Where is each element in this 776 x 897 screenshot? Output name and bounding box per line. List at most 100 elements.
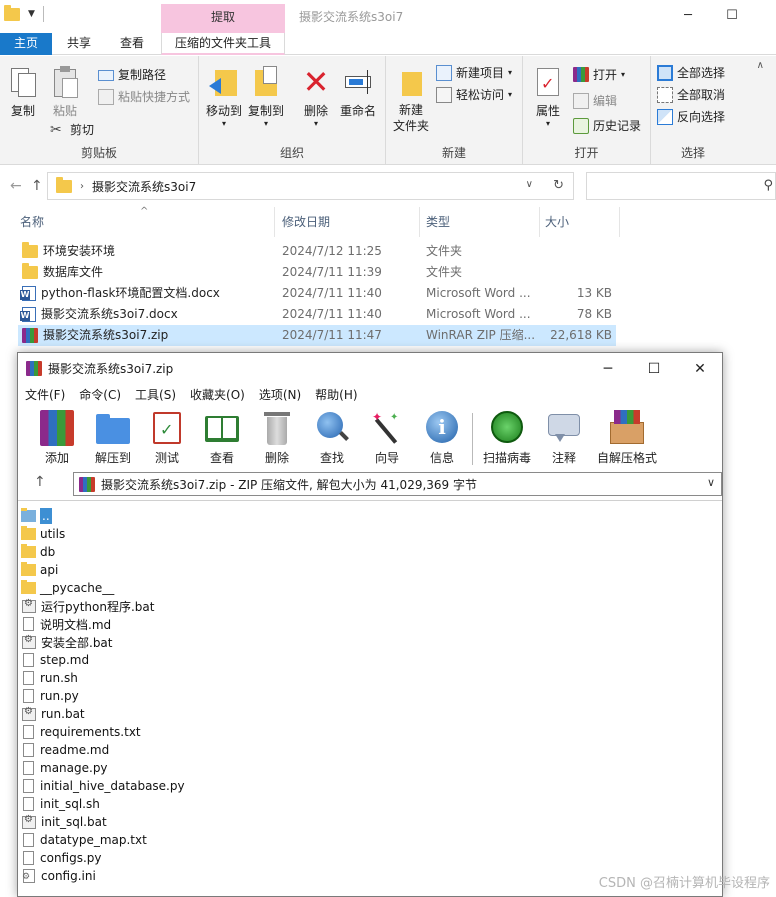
copy-button[interactable]: 复制 xyxy=(6,66,40,119)
list-item[interactable]: configs.py xyxy=(21,849,102,867)
list-item[interactable]: db xyxy=(21,543,55,561)
file-row-selected[interactable]: 摄影交流系统s3oi7.zip 2024/7/11 11:47 WinRAR Z… xyxy=(18,325,616,346)
list-item[interactable]: manage.py xyxy=(21,759,108,777)
batch-file-icon xyxy=(22,634,36,649)
entry-name: .. xyxy=(40,508,52,524)
list-item[interactable]: __pycache__ xyxy=(21,579,114,597)
rename-button[interactable]: 重命名 xyxy=(339,66,377,119)
column-header-type[interactable]: 类型 xyxy=(420,207,540,237)
history-button[interactable]: 历史记录 xyxy=(573,117,641,134)
wizard-button[interactable]: ✦ ✦ 向导 xyxy=(359,410,415,466)
list-item[interactable]: api xyxy=(21,561,58,579)
menu-tools[interactable]: 工具(S) xyxy=(135,384,184,406)
list-item[interactable]: init_sql.sh xyxy=(21,795,100,813)
file-row[interactable]: 数据库文件 2024/7/11 11:39 文件夹 xyxy=(18,262,616,283)
find-button[interactable]: 查找 xyxy=(304,410,360,466)
minimize-button[interactable]: ─ xyxy=(675,5,701,27)
list-item[interactable]: 安装全部.bat xyxy=(21,633,113,651)
collapse-ribbon-icon[interactable]: ∧ xyxy=(757,60,764,71)
list-item-parent[interactable]: .. xyxy=(21,507,52,525)
winrar-maximize-button[interactable]: ☐ xyxy=(639,358,669,380)
list-item[interactable]: run.bat xyxy=(21,705,85,723)
tab-share[interactable]: 共享 xyxy=(56,33,102,55)
comment-button[interactable]: 注释 xyxy=(536,410,592,466)
column-header-date[interactable]: 修改日期 xyxy=(275,207,420,237)
easy-access-button[interactable]: 轻松访问 ▾ xyxy=(436,86,512,103)
select-all-button[interactable]: 全部选择 xyxy=(657,64,725,81)
column-header-name[interactable]: 名称 ^ xyxy=(0,206,275,237)
winrar-close-button[interactable]: ✕ xyxy=(685,358,715,380)
list-item[interactable]: 说明文档.md xyxy=(21,615,111,633)
delete-button[interactable]: ✕ 删除 ▾ xyxy=(299,66,333,128)
list-item[interactable]: datatype_map.txt xyxy=(21,831,147,849)
archive-path-dropdown[interactable]: 摄影交流系统s3oi7.zip - ZIP 压缩文件, 解包大小为 41,029… xyxy=(73,472,722,496)
select-none-button[interactable]: 全部取消 xyxy=(657,86,725,103)
delete-archive-label: 删除 xyxy=(264,451,289,465)
move-to-label: 移动到 xyxy=(205,104,242,118)
winrar-minimize-button[interactable]: ─ xyxy=(593,358,623,380)
back-arrow-icon[interactable]: ← xyxy=(10,178,22,194)
virus-scan-icon xyxy=(490,410,524,446)
sfx-button[interactable]: 自解压格式 xyxy=(594,410,660,466)
search-icon: ⚲ xyxy=(763,178,773,193)
paste-button[interactable]: 粘贴 xyxy=(48,66,82,119)
archive-file-list: .. utils db api __pycache__ 运行python程序.b… xyxy=(18,500,722,896)
info-button[interactable]: i 信息 xyxy=(414,410,470,466)
up-arrow-icon[interactable]: ↑ xyxy=(31,178,43,194)
virus-scan-button[interactable]: 扫描病毒 xyxy=(479,410,535,466)
breadcrumb-chevron-icon[interactable]: › xyxy=(80,181,84,192)
menu-options[interactable]: 选项(N) xyxy=(259,384,309,406)
document-icon xyxy=(23,761,34,775)
list-item[interactable]: initial_hive_database.py xyxy=(21,777,185,795)
properties-button[interactable]: ✓ 属性 ▾ xyxy=(531,66,565,128)
breadcrumb-current[interactable]: 摄影交流系统s3oi7 xyxy=(92,178,196,195)
winrar-path-row: ↑ 摄影交流系统s3oi7.zip - ZIP 压缩文件, 解包大小为 41,0… xyxy=(18,470,722,498)
new-folder-button[interactable]: 新建 文件夹 xyxy=(391,66,431,134)
view-button[interactable]: 查看 xyxy=(194,410,250,466)
list-item[interactable]: step.md xyxy=(21,651,89,669)
quick-access-dropdown-icon[interactable]: ▼ xyxy=(28,9,35,19)
copy-path-button[interactable]: 复制路径 xyxy=(98,66,166,83)
file-row[interactable]: 环境安装环境 2024/7/12 11:25 文件夹 xyxy=(18,241,616,262)
list-item[interactable]: run.py xyxy=(21,687,79,705)
tab-compressed-folder-tools[interactable]: 压缩的文件夹工具 xyxy=(161,33,285,55)
invert-selection-label: 反向选择 xyxy=(677,110,726,124)
list-item[interactable]: run.sh xyxy=(21,669,78,687)
list-item[interactable]: utils xyxy=(21,525,65,543)
paste-shortcut-button[interactable]: 粘贴快捷方式 xyxy=(98,88,190,105)
menu-file[interactable]: 文件(F) xyxy=(25,384,73,406)
tab-home[interactable]: 主页 xyxy=(0,33,52,55)
file-row[interactable]: 摄影交流系统s3oi7.docx 2024/7/11 11:40 Microso… xyxy=(18,304,616,325)
dropdown-chevron-icon[interactable]: ∨ xyxy=(707,476,715,489)
list-item[interactable]: config.ini xyxy=(21,867,96,885)
tab-view[interactable]: 查看 xyxy=(108,33,156,55)
list-item[interactable]: requirements.txt xyxy=(21,723,141,741)
extract-to-button[interactable]: 解压到 xyxy=(85,410,141,466)
refresh-icon[interactable]: ↻ xyxy=(553,178,564,193)
list-item[interactable]: readme.md xyxy=(21,741,109,759)
edit-button[interactable]: 编辑 xyxy=(573,92,617,109)
invert-selection-button[interactable]: 反向选择 xyxy=(657,108,725,125)
new-item-button[interactable]: 新建项目 ▾ xyxy=(436,64,512,81)
search-input[interactable]: ⚲ xyxy=(586,172,776,200)
address-bar[interactable]: › 摄影交流系统s3oi7 ∨ ↻ xyxy=(47,172,574,200)
menu-commands[interactable]: 命令(C) xyxy=(79,384,129,406)
cut-button[interactable]: ✂ 剪切 xyxy=(50,121,94,138)
address-dropdown-icon[interactable]: ∨ xyxy=(526,179,533,190)
add-button[interactable]: 添加 xyxy=(29,410,85,466)
maximize-button[interactable]: ☐ xyxy=(719,5,745,27)
list-item[interactable]: 运行python程序.bat xyxy=(21,597,154,615)
file-row[interactable]: python-flask环境配置文档.docx 2024/7/11 11:40 … xyxy=(18,283,616,304)
copy-to-button[interactable]: 复制到 ▾ xyxy=(247,66,285,128)
move-to-button[interactable]: 移动到 ▾ xyxy=(205,66,243,128)
menu-help[interactable]: 帮助(H) xyxy=(315,384,365,406)
test-button[interactable]: ✓ 测试 xyxy=(139,410,195,466)
folder-icon xyxy=(21,580,36,594)
winrar-icon xyxy=(79,476,95,492)
menu-favorites[interactable]: 收藏夹(O) xyxy=(190,384,253,406)
list-item[interactable]: init_sql.bat xyxy=(21,813,107,831)
open-button[interactable]: 打开 ▾ xyxy=(573,66,625,83)
up-one-level-icon[interactable]: ↑ xyxy=(34,474,46,490)
column-header-size[interactable]: 大小 xyxy=(540,207,620,237)
delete-archive-button[interactable]: 删除 xyxy=(249,410,305,466)
